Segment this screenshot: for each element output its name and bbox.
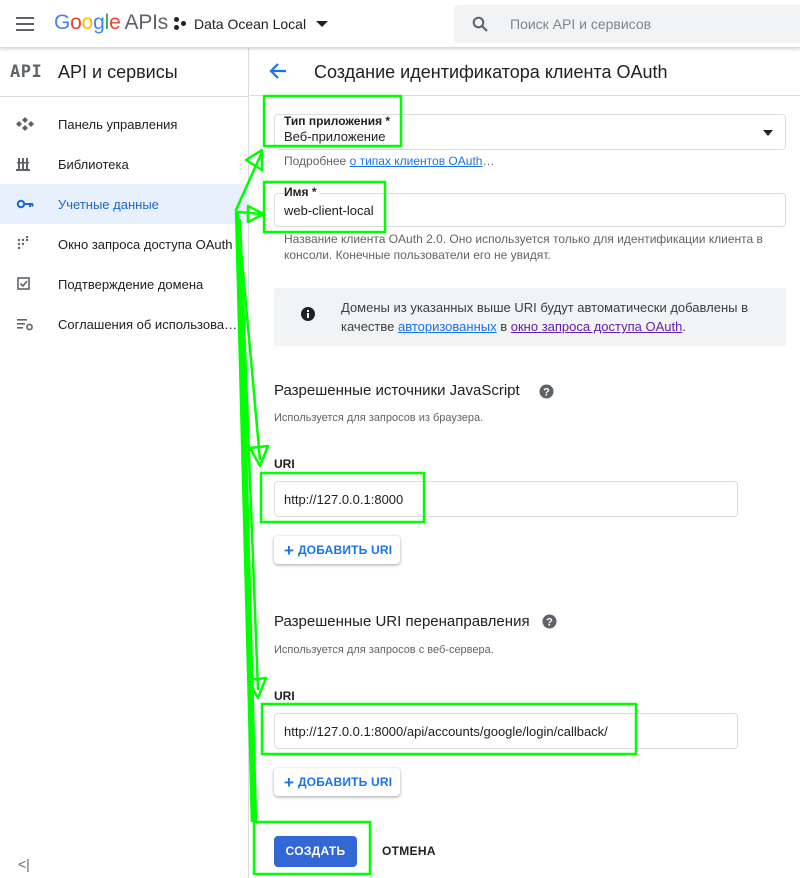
sidebar-item-library[interactable]: Библиотека <box>0 144 249 184</box>
search-input[interactable] <box>510 13 790 35</box>
svg-text:?: ? <box>543 387 550 399</box>
search-icon[interactable] <box>472 16 488 32</box>
client-types-link[interactable]: о типах клиентов OAuth <box>350 154 483 168</box>
redirect-uri-field[interactable]: http://127.0.0.1:8000/api/accounts/googl… <box>274 713 738 749</box>
add-redirect-uri-button[interactable]: + ДОБАВИТЬ URI <box>274 768 401 796</box>
sidebar-title: API и сервисы <box>58 62 178 82</box>
svg-text:?: ? <box>546 617 553 629</box>
dashboard-icon <box>16 117 34 131</box>
sidebar-item-label: Панель управления <box>58 116 178 132</box>
help-icon[interactable]: ? <box>539 384 554 399</box>
sidebar-item-agreements[interactable]: Соглашения об использовании <box>0 304 249 344</box>
help-icon[interactable]: ? <box>542 614 557 629</box>
project-dots-icon <box>174 17 188 31</box>
consent-screen-icon <box>17 236 29 250</box>
top-app-bar: Google APIs Data Ocean Local <box>0 0 800 48</box>
client-name-field[interactable]: Имя * web-client-local <box>274 185 786 227</box>
client-name-help: Название клиента OAuth 2.0. Оно использу… <box>284 232 763 262</box>
js-origin-uri-field[interactable]: http://127.0.0.1:8000 <box>274 481 738 517</box>
sidebar-header: API API и сервисы <box>0 48 249 97</box>
sidebar: API API и сервисы Панель управления Библ… <box>0 48 249 878</box>
redirect-uris-subtitle: Используется для запросов с веб-сервера. <box>274 644 494 656</box>
client-name-value[interactable]: web-client-local <box>284 203 374 218</box>
main-content: Создание идентификатора клиента OAuth Ти… <box>250 48 800 878</box>
collapse-sidebar-icon[interactable]: <| <box>18 856 30 872</box>
sidebar-item-label: Соглашения об использовании <box>58 316 238 332</box>
key-icon <box>16 199 34 209</box>
checkbox-icon <box>17 277 30 290</box>
sidebar-item-domain-verification[interactable]: Подтверждение домена <box>0 264 249 304</box>
library-icon <box>16 158 30 171</box>
domains-info-notice: Домены из указанных выше URI будут автом… <box>274 288 786 346</box>
application-type-help: Подробнее о типах клиентов OAuth… <box>284 154 495 168</box>
project-name: Data Ocean Local <box>194 16 307 32</box>
client-name-label: Имя * <box>284 185 319 199</box>
agreements-icon <box>17 319 33 331</box>
sidebar-item-label: Окно запроса доступа OAuth <box>58 236 233 252</box>
dropdown-arrow-icon <box>763 130 773 136</box>
js-origin-uri-label: URI <box>274 457 295 471</box>
info-icon <box>301 307 315 321</box>
create-button[interactable]: СОЗДАТЬ <box>274 836 357 867</box>
page-title: Создание идентификатора клиента OAuth <box>314 62 668 82</box>
page-header: Создание идентификатора клиента OAuth <box>250 48 800 96</box>
project-selector[interactable]: Data Ocean Local <box>174 13 329 35</box>
sidebar-nav: Панель управления Библиотека Учетные дан… <box>0 104 249 344</box>
redirect-uri-value[interactable]: http://127.0.0.1:8000/api/accounts/googl… <box>284 724 608 739</box>
sidebar-item-label: Библиотека <box>58 156 129 172</box>
js-origins-title: Разрешенные источники JavaScript <box>274 382 520 399</box>
application-type-label: Тип приложения * <box>284 114 391 128</box>
sidebar-item-dashboard[interactable]: Панель управления <box>0 104 249 144</box>
google-apis-logo[interactable]: Google APIs <box>54 11 168 35</box>
application-type-value: Веб-приложение <box>284 129 386 144</box>
cancel-button[interactable]: ОТМЕНА <box>374 836 444 867</box>
sidebar-item-credentials[interactable]: Учетные данные <box>0 184 249 224</box>
js-origins-subtitle: Используется для запросов из браузера. <box>274 412 484 424</box>
sidebar-item-label: Подтверждение домена <box>58 276 204 292</box>
sidebar-item-label: Учетные данные <box>58 196 159 212</box>
authorized-link[interactable]: авторизованных <box>398 319 497 334</box>
sidebar-item-oauth-consent[interactable]: Окно запроса доступа OAuth <box>0 224 249 264</box>
oauth-consent-link[interactable]: окно запроса доступа OAuth <box>511 319 683 334</box>
chevron-down-icon <box>316 21 329 27</box>
notice-text: Домены из указанных выше URI будут автом… <box>341 300 748 334</box>
hamburger-menu-icon[interactable] <box>14 13 36 35</box>
js-origin-uri-value[interactable]: http://127.0.0.1:8000 <box>284 492 403 507</box>
redirect-uri-label: URI <box>274 689 295 703</box>
search-box[interactable] <box>454 5 800 43</box>
back-arrow-icon[interactable] <box>268 61 288 81</box>
api-logo-icon: API <box>10 62 43 82</box>
application-type-select[interactable]: Тип приложения * Веб-приложение <box>274 114 786 150</box>
plus-icon: + <box>284 772 294 792</box>
add-js-origin-uri-button[interactable]: + ДОБАВИТЬ URI <box>274 536 401 564</box>
plus-icon: + <box>284 540 294 560</box>
redirect-uris-title: Разрешенные URI перенаправления <box>274 613 530 630</box>
